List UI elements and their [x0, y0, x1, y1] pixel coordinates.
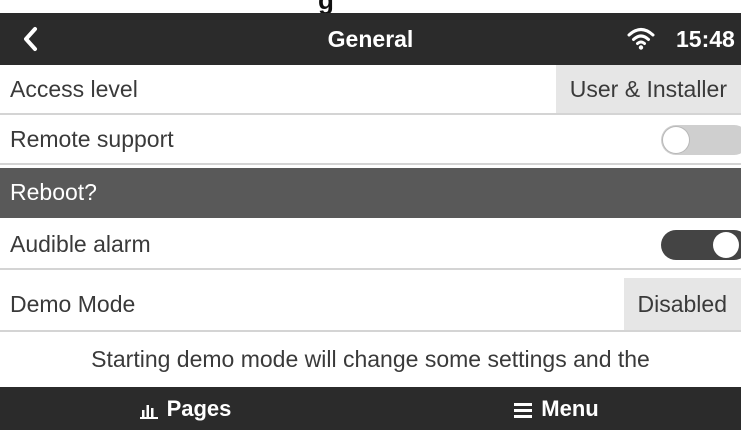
reboot-row[interactable]: Reboot? — [0, 168, 741, 218]
back-button[interactable] — [2, 13, 58, 65]
demo-mode-row[interactable]: Demo Mode Disabled — [0, 278, 741, 332]
menu-label: Menu — [541, 396, 599, 421]
cropped-top-text: g — [0, 0, 741, 13]
menu-button[interactable]: Menu — [371, 387, 741, 430]
toggle-knob — [663, 127, 689, 153]
footer-bar: Pages Menu — [0, 387, 741, 430]
header-bar: General 15:48 — [0, 13, 741, 65]
status-clock: 15:48 — [676, 26, 735, 52]
access-level-label: Access level — [10, 76, 138, 102]
audible-alarm-label: Audible alarm — [10, 231, 151, 257]
audible-alarm-row: Audible alarm — [0, 220, 741, 270]
pages-label: Pages — [166, 396, 232, 421]
demo-mode-value[interactable]: Disabled — [623, 278, 741, 330]
cropped-top-glyph: g — [318, 0, 335, 13]
access-level-row[interactable]: Access level User & Installer — [0, 65, 741, 115]
reboot-label: Reboot? — [10, 179, 97, 205]
audible-alarm-toggle[interactable] — [661, 230, 741, 260]
wifi-icon — [627, 28, 655, 50]
pages-button[interactable]: Pages — [0, 387, 370, 430]
remote-support-row: Remote support — [0, 115, 741, 165]
demo-mode-note: Starting demo mode will change some sett… — [91, 346, 650, 372]
remote-support-toggle[interactable] — [661, 125, 741, 155]
remote-support-label: Remote support — [10, 126, 174, 152]
access-level-value[interactable]: User & Installer — [555, 65, 741, 113]
chevron-left-icon — [24, 27, 37, 51]
hamburger-menu-icon — [514, 403, 533, 418]
toggle-knob — [713, 232, 739, 258]
demo-mode-label: Demo Mode — [10, 291, 136, 317]
bar-chart-icon — [139, 405, 158, 419]
